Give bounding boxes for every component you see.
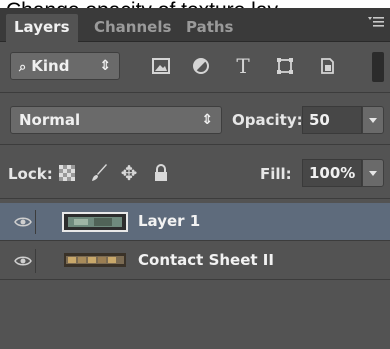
tab-layers[interactable]: Layers xyxy=(6,14,78,42)
layer-thumbnail xyxy=(62,212,128,232)
divider xyxy=(0,144,390,145)
lock-all-icon[interactable] xyxy=(150,162,172,184)
fill-dropdown-button[interactable] xyxy=(362,159,384,187)
layer-row[interactable]: Contact Sheet II xyxy=(0,242,390,280)
adjustment-filter-icon[interactable] xyxy=(188,54,214,78)
filter-toggle-switch[interactable] xyxy=(372,52,384,82)
lock-label: Lock: xyxy=(8,165,53,183)
layer-row[interactable]: Layer 1 xyxy=(0,203,390,241)
opacity-input[interactable]: 50 xyxy=(302,106,362,134)
layer-filter-row: ⌕ Kind ⇕ T xyxy=(0,42,390,90)
fill-label: Fill: xyxy=(260,165,292,183)
lock-image-pixels-icon[interactable] xyxy=(88,162,110,184)
tab-channels[interactable]: Channels xyxy=(86,14,179,42)
divider xyxy=(0,92,390,93)
filter-kind-label: Kind xyxy=(31,57,70,75)
blend-row: Normal ⇕ Opacity: 50 xyxy=(0,100,390,140)
panel-tab-bar: Layers Channels Paths xyxy=(0,8,390,42)
layer-name: Layer 1 xyxy=(138,212,201,230)
lock-position-icon[interactable]: ✥ xyxy=(118,161,140,185)
visibility-eye-icon[interactable] xyxy=(10,249,36,273)
smart-object-filter-icon[interactable] xyxy=(314,54,340,78)
lock-transparent-pixels-icon[interactable] xyxy=(56,162,78,184)
blend-mode-select[interactable]: Normal ⇕ xyxy=(10,106,222,134)
layer-thumbnail xyxy=(64,253,126,267)
visibility-eye-icon[interactable] xyxy=(10,210,36,234)
opacity-label: Opacity: xyxy=(232,111,303,129)
updown-arrows-icon: ⇕ xyxy=(99,58,111,74)
opacity-dropdown-button[interactable] xyxy=(362,106,384,134)
divider xyxy=(0,198,390,199)
tab-paths[interactable]: Paths xyxy=(178,14,242,42)
shape-filter-icon[interactable] xyxy=(272,54,298,78)
updown-arrows-icon: ⇕ xyxy=(201,112,213,128)
panel-menu-icon[interactable] xyxy=(368,16,384,30)
type-filter-icon[interactable]: T xyxy=(230,54,256,78)
search-icon: ⌕ xyxy=(19,60,27,75)
image-filter-icon[interactable] xyxy=(148,54,174,78)
layer-name: Contact Sheet II xyxy=(138,251,274,269)
filter-kind-select[interactable]: ⌕ Kind ⇕ xyxy=(10,52,120,80)
fill-input[interactable]: 100% xyxy=(302,159,362,187)
layers-panel: Layers Channels Paths ⌕ Kind ⇕ T Normal … xyxy=(0,8,390,349)
blend-mode-value: Normal xyxy=(19,111,81,129)
lock-row: Lock: ✥ Fill: 100% xyxy=(0,154,390,194)
